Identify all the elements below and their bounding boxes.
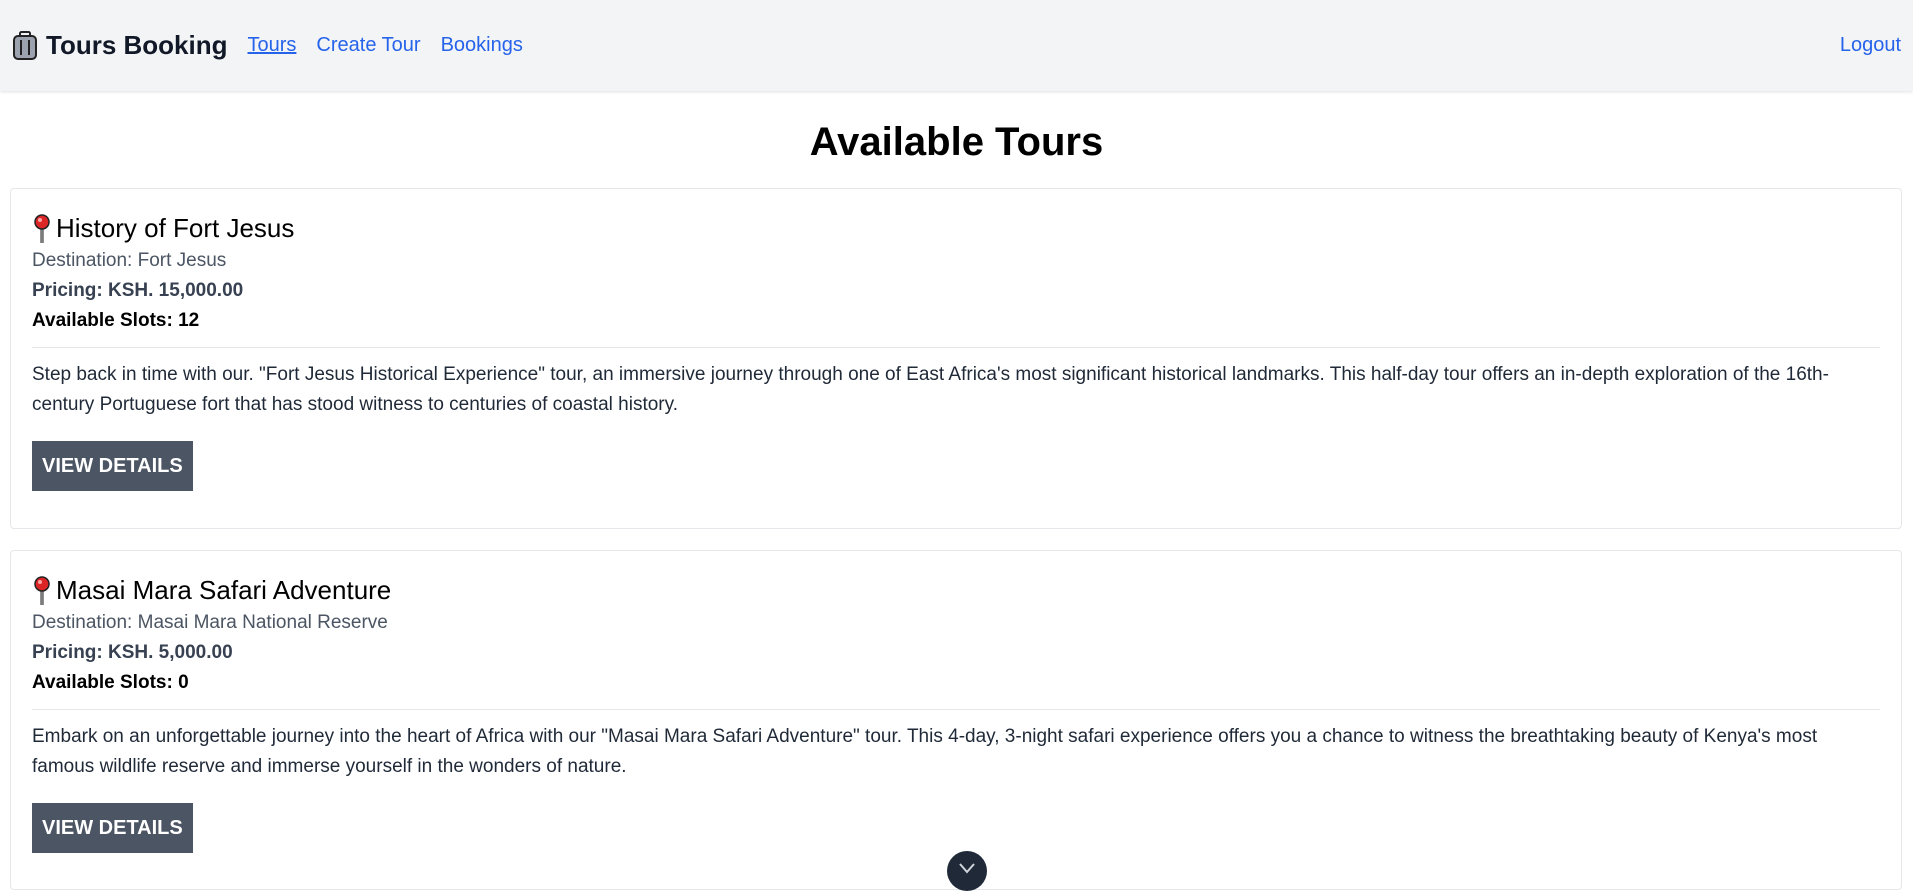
tour-description: Embark on an unforgettable journey into … [32,726,1818,777]
tour-card: Masai Mara Safari Adventure Destination:… [10,550,1902,890]
luggage-icon [12,30,38,61]
tour-description: Step back in time with our. "Fort Jesus … [32,364,1829,415]
logout-link[interactable]: Logout [1840,34,1901,57]
divider [32,709,1880,710]
tour-slots: Available Slots: 12 [32,310,200,331]
tour-pricing: Pricing: KSH. 15,000.00 [32,280,244,301]
nav-link-create-tour[interactable]: Create Tour [316,34,420,57]
brand-name: Tours Booking [46,30,228,60]
view-details-button[interactable]: VIEW DETAILS [32,441,193,491]
nav-link-bookings[interactable]: Bookings [441,34,523,57]
map-pin-icon [32,575,52,606]
tour-card: History of Fort Jesus Destination: Fort … [10,188,1902,529]
nav-link-tours[interactable]: Tours [248,34,297,57]
tour-name: Masai Mara Safari Adventure [56,575,392,605]
tour-slots: Available Slots: 0 [32,672,189,693]
view-details-button[interactable]: VIEW DETAILS [32,803,193,853]
scroll-down-button[interactable] [947,851,987,891]
nav-links: Tours Create Tour Bookings [248,34,523,57]
tour-destination: Destination: Fort Jesus [32,250,227,271]
divider [32,347,1880,348]
navbar: Tours Booking Tours Create Tour Bookings… [0,0,1913,91]
tour-name: History of Fort Jesus [56,213,295,243]
tour-title: Masai Mara Safari Adventure [32,575,1880,606]
tour-destination: Destination: Masai Mara National Reserve [32,612,388,633]
chevron-down-icon [958,861,976,891]
tour-pricing: Pricing: KSH. 5,000.00 [32,642,233,663]
brand[interactable]: Tours Booking [12,30,228,61]
tour-title: History of Fort Jesus [32,213,1880,244]
page-title: Available Tours [809,120,1104,164]
map-pin-icon [32,213,52,244]
